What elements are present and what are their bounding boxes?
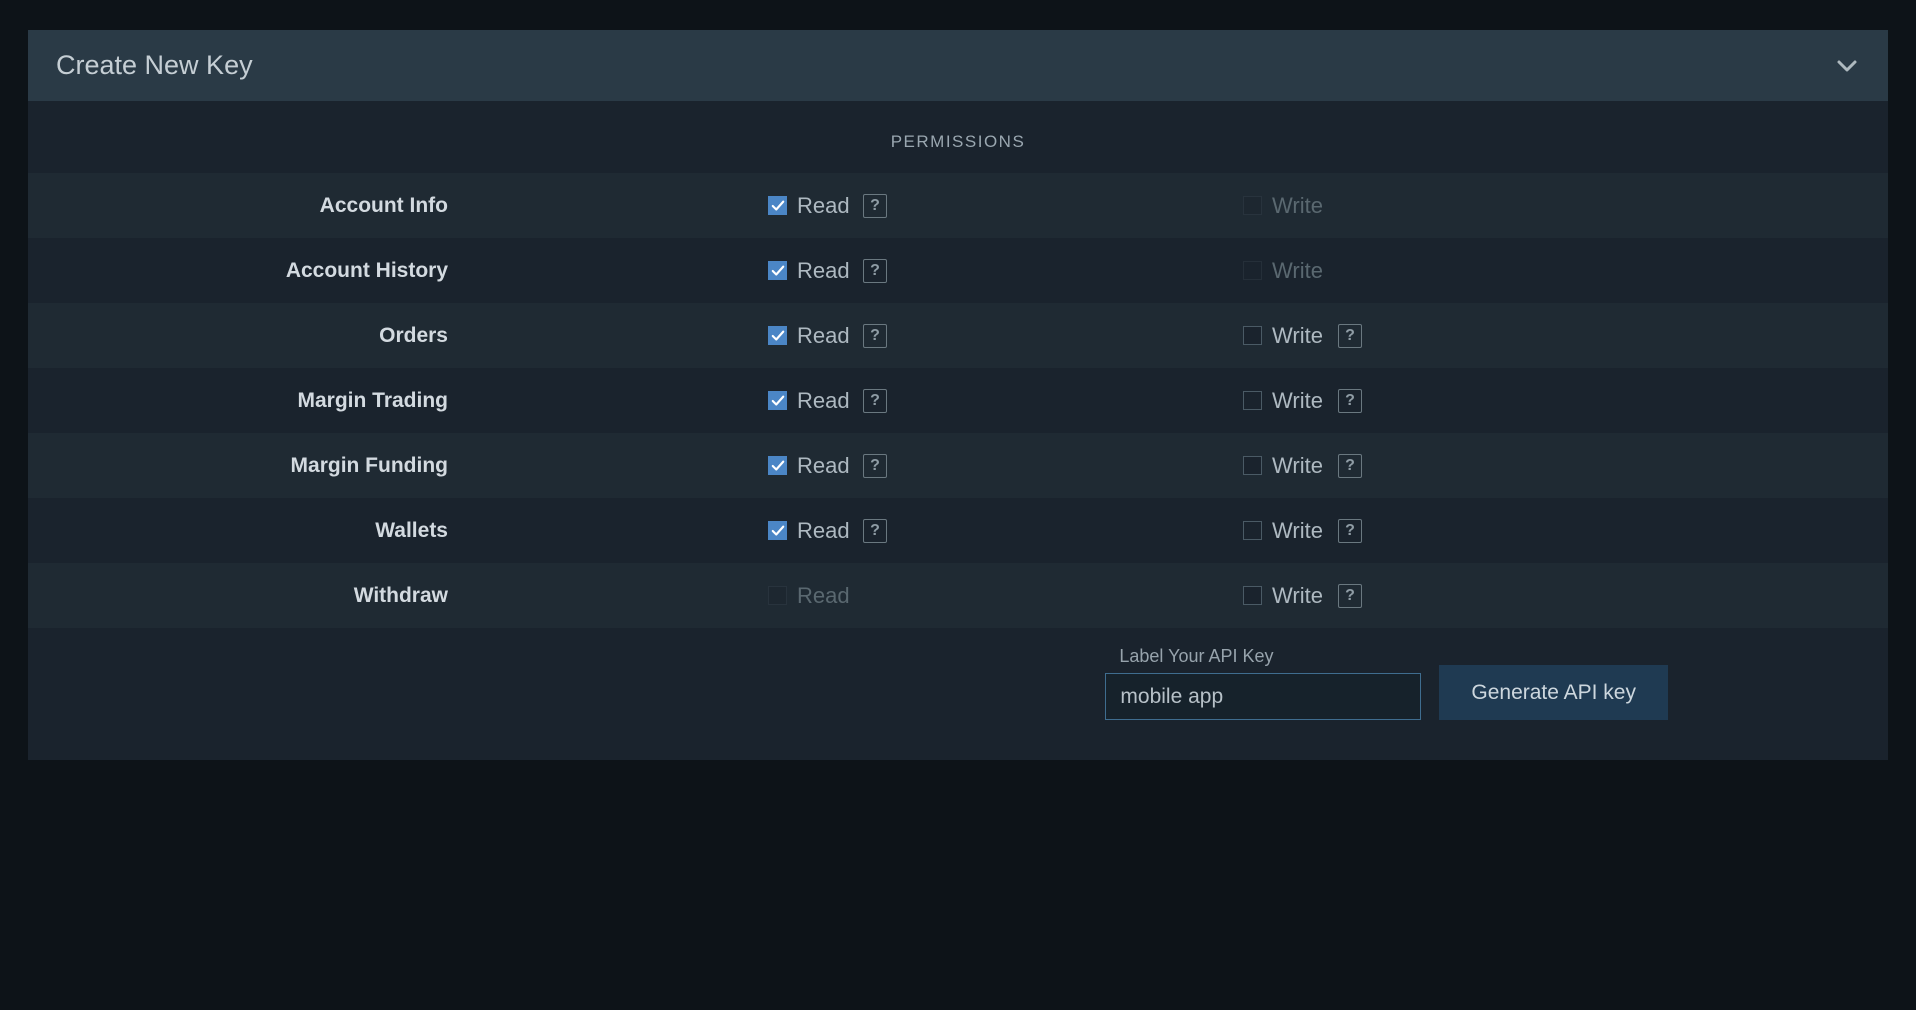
footer-row: Label Your API Key Generate API key <box>28 628 1888 760</box>
write-checkbox[interactable] <box>1243 326 1262 345</box>
panel-header: Create New Key <box>28 30 1888 101</box>
help-icon[interactable]: ? <box>1338 324 1362 348</box>
permissions-header-label: PERMISSIONS <box>598 132 1318 152</box>
write-checkbox[interactable] <box>1243 391 1262 410</box>
read-label: Read <box>797 518 853 544</box>
permission-row: Account HistoryRead?Write <box>28 238 1888 303</box>
permission-row: Account InfoRead?Write <box>28 173 1888 238</box>
permission-row: Margin TradingRead?Write? <box>28 368 1888 433</box>
read-label: Read <box>797 388 853 414</box>
api-key-label-input[interactable] <box>1105 673 1421 720</box>
generate-api-key-button[interactable]: Generate API key <box>1439 665 1668 720</box>
permission-row: Withdraw Read Write? <box>28 563 1888 628</box>
write-label: Write <box>1272 388 1328 414</box>
help-icon[interactable]: ? <box>1338 454 1362 478</box>
read-cell: Read? <box>488 388 1143 414</box>
help-icon[interactable]: ? <box>1338 584 1362 608</box>
permission-label: Account History <box>28 259 488 283</box>
write-label: Write <box>1272 323 1328 349</box>
help-icon[interactable]: ? <box>863 519 887 543</box>
write-checkbox[interactable] <box>1243 521 1262 540</box>
read-label: Read <box>797 193 853 219</box>
write-label: Write <box>1272 453 1328 479</box>
write-label: Write <box>1272 258 1328 284</box>
write-cell: Write? <box>1143 323 1798 349</box>
help-icon[interactable]: ? <box>863 194 887 218</box>
write-checkbox[interactable] <box>1243 456 1262 475</box>
api-key-label-text: Label Your API Key <box>1105 646 1421 667</box>
help-icon[interactable]: ? <box>1338 389 1362 413</box>
write-checkbox <box>1243 196 1262 215</box>
write-cell: Write <box>1143 193 1798 219</box>
create-key-panel: Create New Key PERMISSIONS Account InfoR… <box>28 30 1888 760</box>
read-cell: Read? <box>488 193 1143 219</box>
help-icon[interactable]: ? <box>863 389 887 413</box>
write-label: Write <box>1272 518 1328 544</box>
write-checkbox <box>1243 261 1262 280</box>
read-checkbox[interactable] <box>768 456 787 475</box>
write-cell: Write? <box>1143 453 1798 479</box>
read-checkbox[interactable] <box>768 521 787 540</box>
permission-label: Withdraw <box>28 584 488 608</box>
read-label: Read <box>797 323 853 349</box>
help-icon[interactable]: ? <box>863 324 887 348</box>
read-label: Read <box>797 453 853 479</box>
panel-body: PERMISSIONS Account InfoRead?WriteAccoun… <box>28 101 1888 760</box>
permission-row: OrdersRead?Write? <box>28 303 1888 368</box>
write-checkbox[interactable] <box>1243 586 1262 605</box>
read-label: Read <box>797 583 853 609</box>
read-cell: Read? <box>488 518 1143 544</box>
permission-label: Wallets <box>28 519 488 543</box>
read-cell: Read <box>488 583 1143 609</box>
permission-label: Margin Funding <box>28 454 488 478</box>
read-label: Read <box>797 258 853 284</box>
permission-row: Margin FundingRead?Write? <box>28 433 1888 498</box>
read-checkbox[interactable] <box>768 391 787 410</box>
write-label: Write <box>1272 583 1328 609</box>
help-icon[interactable]: ? <box>863 454 887 478</box>
read-cell: Read? <box>488 258 1143 284</box>
write-cell: Write? <box>1143 583 1798 609</box>
read-checkbox <box>768 586 787 605</box>
write-cell: Write? <box>1143 388 1798 414</box>
write-cell: Write? <box>1143 518 1798 544</box>
api-key-label-group: Label Your API Key <box>1105 646 1421 720</box>
permission-label: Account Info <box>28 194 488 218</box>
panel-title: Create New Key <box>56 50 253 81</box>
read-checkbox[interactable] <box>768 196 787 215</box>
help-icon[interactable]: ? <box>1338 519 1362 543</box>
permissions-header-row: PERMISSIONS <box>28 111 1888 173</box>
read-cell: Read? <box>488 453 1143 479</box>
chevron-down-icon[interactable] <box>1834 53 1860 79</box>
write-cell: Write <box>1143 258 1798 284</box>
help-icon[interactable]: ? <box>863 259 887 283</box>
read-checkbox[interactable] <box>768 261 787 280</box>
write-label: Write <box>1272 193 1328 219</box>
read-cell: Read? <box>488 323 1143 349</box>
read-checkbox[interactable] <box>768 326 787 345</box>
permission-row: WalletsRead?Write? <box>28 498 1888 563</box>
permission-label: Margin Trading <box>28 389 488 413</box>
permission-label: Orders <box>28 324 488 348</box>
